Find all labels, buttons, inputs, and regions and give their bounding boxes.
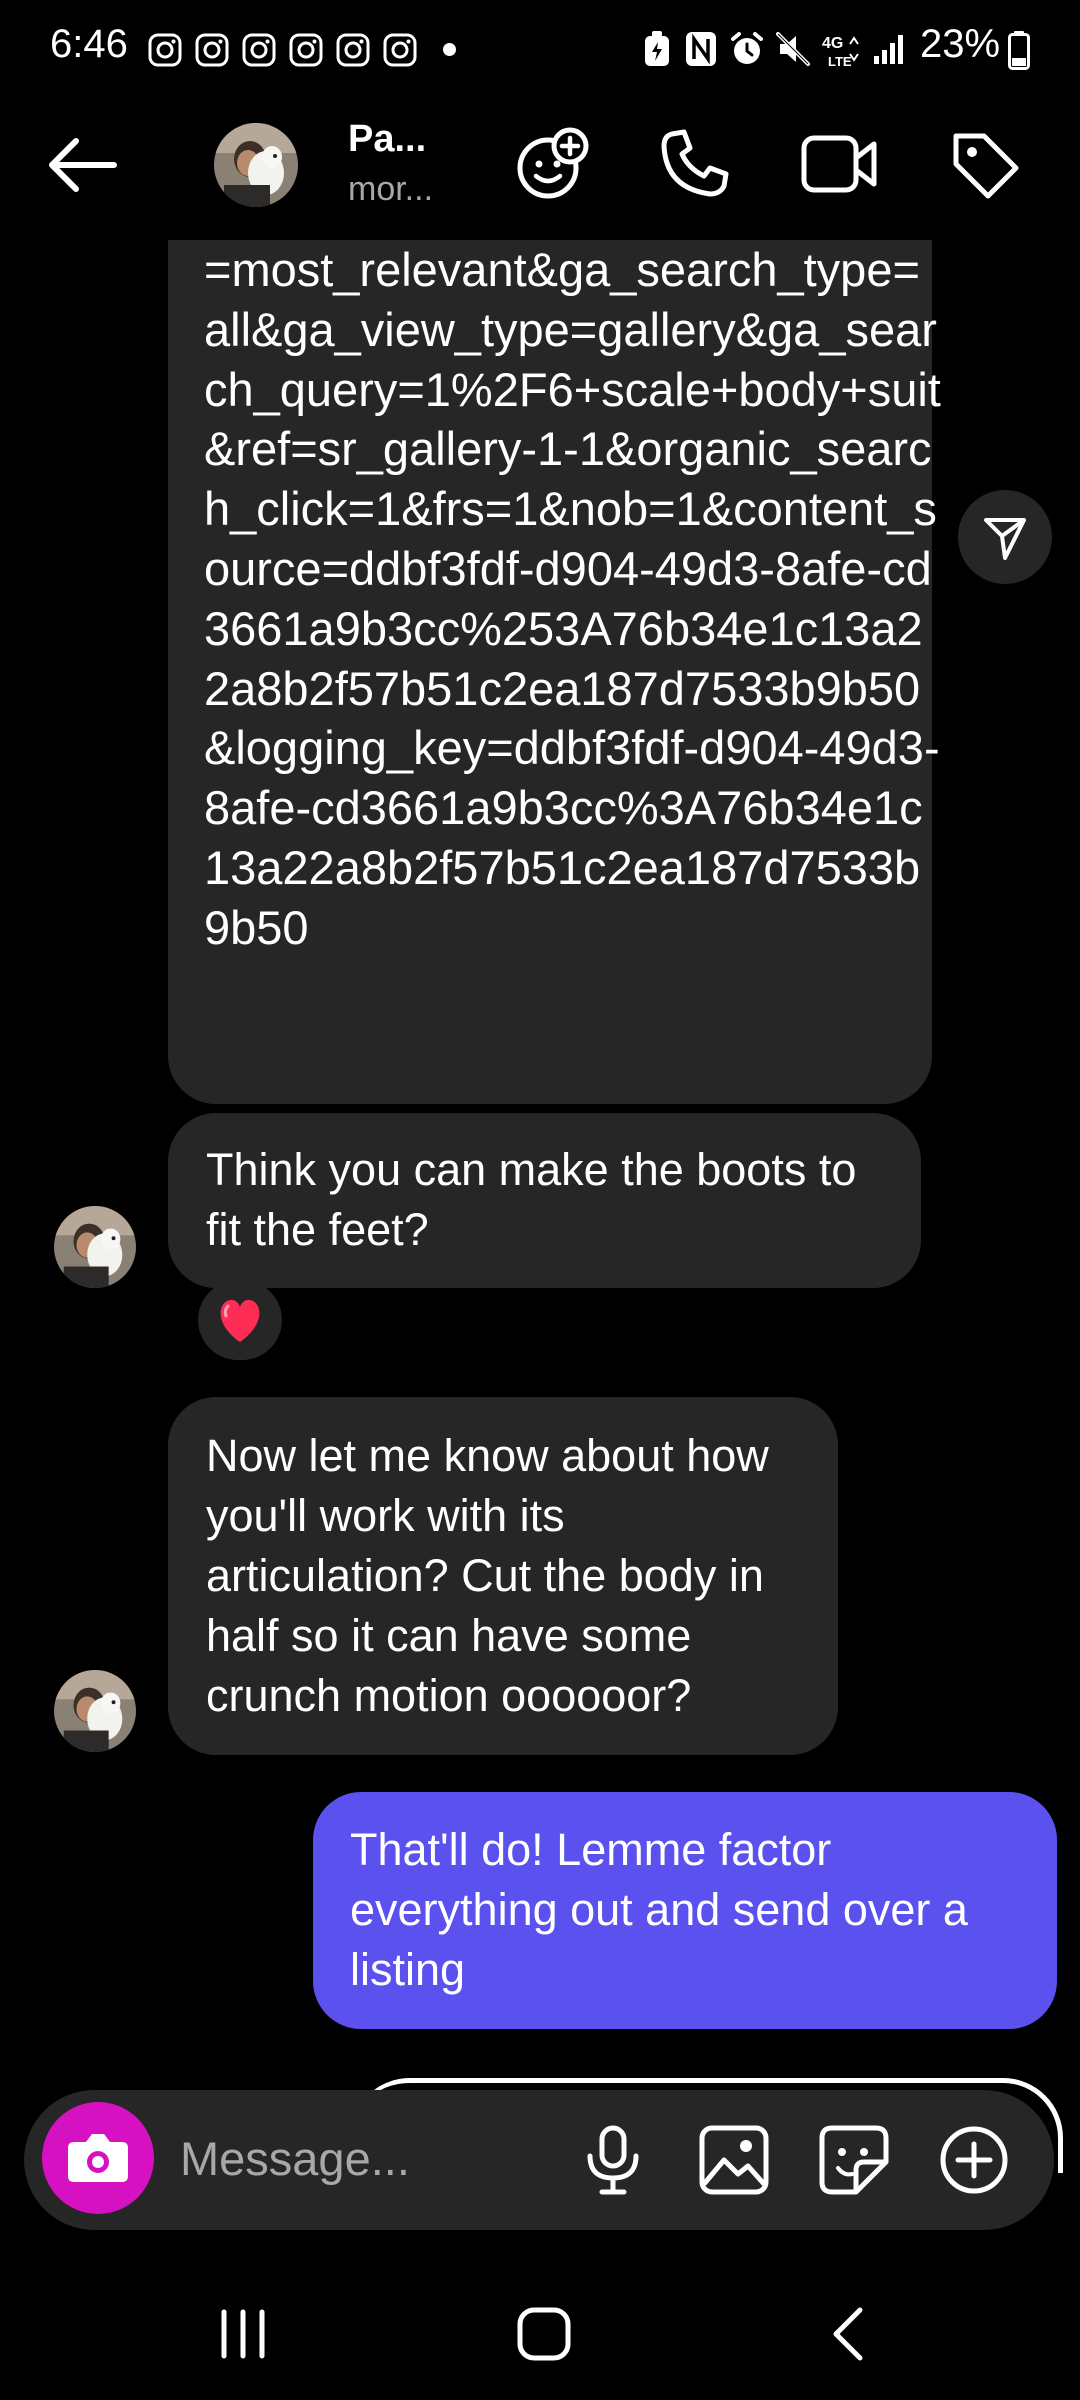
svg-text:LTE: LTE [828,54,852,69]
cell-signal-icon [872,32,906,66]
instagram-icon [242,33,276,67]
camera-button[interactable] [42,2102,154,2214]
recent-apps-button[interactable] [216,2306,270,2362]
message-bubble-outgoing[interactable]: That'll do! Lemme factor everything out … [313,1792,1057,2029]
heart-reaction[interactable] [198,1280,282,1360]
mute-icon [774,30,812,68]
status-bar: 6:46 4G LTE 23% [0,0,1080,100]
lte-signal-icon: 4G LTE [820,30,862,70]
system-back-button[interactable] [826,2304,870,2364]
battery-saver-icon [642,30,672,68]
instagram-icon [383,33,417,67]
add-more-button[interactable] [938,2124,1010,2196]
instagram-icon [148,33,182,67]
video-call-button[interactable] [800,132,880,196]
instagram-icon [336,33,370,67]
alarm-icon [728,30,766,68]
svg-text:4G: 4G [822,35,843,52]
status-time: 6:46 [50,22,128,66]
sticker-button[interactable] [818,2124,890,2196]
contact-name[interactable]: Pa... [348,118,426,161]
instagram-icon [289,33,323,67]
home-button[interactable] [514,2304,574,2364]
gallery-button[interactable] [698,2124,770,2196]
instagram-icon [195,33,229,67]
message-text: Think you can make the boots to fit the … [206,1144,857,1255]
battery-icon [1008,30,1030,70]
message-bubble-incoming[interactable]: =most_relevant&ga_search_type=all&ga_vie… [168,240,941,1104]
contact-avatar[interactable] [214,123,298,207]
sender-avatar[interactable] [54,1670,136,1752]
battery-percent: 23% [920,22,1001,66]
message-bubble-incoming[interactable]: Now let me know about how you'll work wi… [168,1397,838,1755]
voice-call-button[interactable] [658,126,732,200]
sender-avatar[interactable] [54,1206,136,1288]
message-text: =most_relevant&ga_search_type=all&ga_vie… [204,243,941,954]
microphone-button[interactable] [578,2124,648,2196]
message-input[interactable] [180,2128,560,2188]
back-button[interactable] [44,135,120,195]
more-notifications-dot [443,43,456,56]
message-text: That'll do! Lemme factor everything out … [350,1824,968,1995]
tag-button[interactable] [948,128,1022,202]
message-text: Now let me know about how you'll work wi… [206,1430,769,1721]
effects-button[interactable] [512,124,592,204]
message-bubble-incoming[interactable]: Think you can make the boots to fit the … [168,1113,921,1288]
share-button[interactable] [958,490,1052,584]
nfc-icon [684,30,718,68]
contact-subtitle[interactable]: mor... [348,170,433,209]
